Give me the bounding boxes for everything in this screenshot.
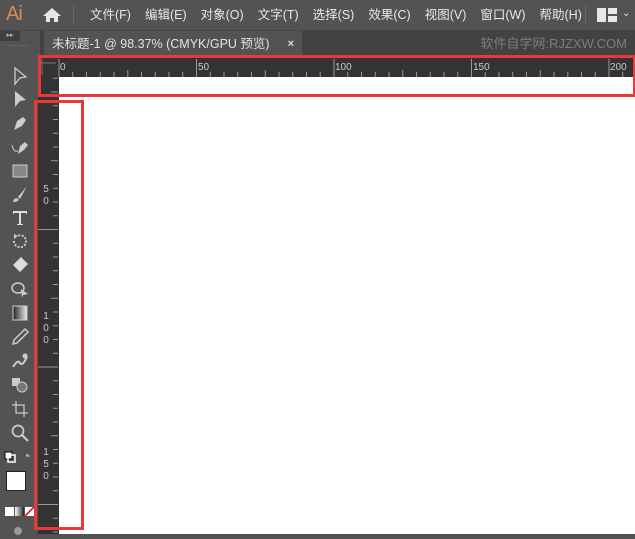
home-icon[interactable]	[42, 7, 62, 23]
menu-window[interactable]: 窗口(W)	[480, 0, 525, 30]
fill-color-swatch[interactable]	[6, 471, 26, 491]
panel-grip[interactable]	[8, 45, 28, 52]
zoom-tool-icon[interactable]	[10, 423, 30, 443]
menu-object[interactable]: 对象(O)	[201, 0, 244, 30]
pen-tool-icon[interactable]	[10, 113, 30, 133]
rectangle-tool-icon[interactable]	[10, 161, 30, 181]
app-logo: Ai	[6, 3, 23, 25]
shape-builder-tool-icon[interactable]	[10, 279, 30, 299]
live-paint-tool-icon[interactable]	[10, 375, 30, 395]
curvature-tool-icon[interactable]	[10, 137, 30, 157]
blend-tool-icon[interactable]	[10, 351, 30, 371]
chevron-down-icon[interactable]: ⌄	[622, 8, 630, 19]
menu-file[interactable]: 文件(F)	[90, 0, 131, 30]
eyedropper-tool-icon[interactable]	[10, 327, 30, 347]
menu-effect[interactable]: 效果(C)	[368, 0, 410, 30]
menu-view[interactable]: 视图(V)	[425, 0, 467, 30]
paintbrush-tool-icon[interactable]	[10, 184, 30, 204]
default-fill-stroke-icon[interactable]	[4, 451, 36, 467]
type-tool-icon[interactable]	[10, 208, 30, 228]
collapse-panel-button[interactable]: ▸▸	[0, 31, 20, 41]
selection-tool-icon[interactable]	[10, 66, 30, 86]
artboard[interactable]	[59, 77, 635, 534]
document-tab-bar: 未标题-1 @ 98.37% (CMYK/GPU 预览) × 软件自学网:RJZ…	[40, 31, 635, 57]
direct-selection-tool-icon[interactable]	[10, 89, 30, 109]
document-tab-title: 未标题-1 @ 98.37% (CMYK/GPU 预览)	[52, 37, 270, 51]
menu-select[interactable]: 选择(S)	[313, 0, 355, 30]
main-menu: 文件(F) 编辑(E) 对象(O) 文字(T) 选择(S) 效果(C) 视图(V…	[90, 0, 596, 30]
menu-type[interactable]: 文字(T)	[258, 0, 299, 30]
highlight-box-vertical-ruler	[34, 100, 84, 530]
highlight-box-horizontal-ruler	[38, 55, 635, 97]
eraser-tool-icon[interactable]	[10, 255, 30, 275]
separator	[73, 6, 74, 24]
separator	[585, 6, 586, 24]
toolbar-panel: ▸▸	[0, 31, 38, 535]
close-icon[interactable]: ×	[288, 31, 294, 57]
gradient-tool-icon[interactable]	[10, 303, 30, 323]
rotate-tool-icon[interactable]	[10, 231, 30, 251]
workspace-switcher-icon[interactable]	[597, 8, 617, 22]
document-tab[interactable]: 未标题-1 @ 98.37% (CMYK/GPU 预览) ×	[44, 31, 302, 57]
menu-bar: Ai 文件(F) 编辑(E) 对象(O) 文字(T) 选择(S) 效果(C) 视…	[0, 0, 635, 31]
menu-edit[interactable]: 编辑(E)	[145, 0, 187, 30]
artboard-tool-icon[interactable]	[10, 399, 30, 419]
watermark: 软件自学网:RJZXW.COM	[480, 36, 627, 51]
menu-help[interactable]: 帮助(H)	[540, 0, 582, 30]
color-mode-buttons[interactable]	[5, 507, 35, 517]
